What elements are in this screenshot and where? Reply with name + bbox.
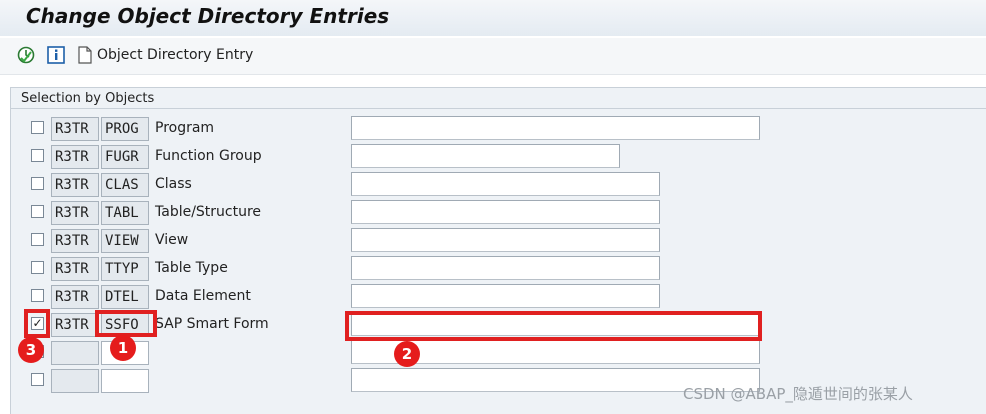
execute-clock-icon[interactable] xyxy=(17,46,35,64)
row-checkbox[interactable] xyxy=(31,373,44,386)
row-checkbox[interactable] xyxy=(31,233,44,246)
object-description: Program xyxy=(155,120,215,136)
annotation-marker-1: 1 xyxy=(110,335,136,361)
row-checkbox[interactable] xyxy=(31,149,44,162)
object-description: Table/Structure xyxy=(155,204,262,220)
page-title: Change Object Directory Entries xyxy=(26,4,390,28)
pgmid-field[interactable]: R3TR xyxy=(51,257,99,281)
object-type-field[interactable]: VIEW xyxy=(101,229,149,253)
object-description: Data Element xyxy=(155,288,251,304)
document-icon[interactable] xyxy=(77,46,95,64)
object-name-input[interactable] xyxy=(351,116,760,140)
application-toolbar: Object Directory Entry xyxy=(0,38,986,75)
object-row-dtel: R3TR DTEL Data Element xyxy=(11,284,986,310)
pgmid-field[interactable]: R3TR xyxy=(51,173,99,197)
object-type-field[interactable]: TABL xyxy=(101,201,149,225)
object-description: Function Group xyxy=(155,148,262,164)
pgmid-field[interactable]: R3TR xyxy=(51,117,99,141)
highlight-object-type-box xyxy=(95,310,157,337)
object-description: SAP Smart Form xyxy=(155,316,269,332)
object-name-input[interactable] xyxy=(351,144,620,168)
object-type-field[interactable]: FUGR xyxy=(101,145,149,169)
title-bar: Change Object Directory Entries xyxy=(0,0,986,36)
pgmid-field[interactable]: R3TR xyxy=(51,145,99,169)
object-row-empty xyxy=(11,340,986,366)
object-row-fugr: R3TR FUGR Function Group xyxy=(11,144,986,170)
watermark: CSDN @ABAP_隐遁世间的张某人 xyxy=(683,385,913,403)
group-divider xyxy=(11,108,986,109)
object-type-field[interactable]: TTYP xyxy=(101,257,149,281)
object-name-input[interactable] xyxy=(351,256,660,280)
object-name-input[interactable] xyxy=(351,228,660,252)
object-row-prog: R3TR PROG Program xyxy=(11,116,986,142)
row-checkbox[interactable] xyxy=(31,121,44,134)
object-directory-entry-button[interactable]: Object Directory Entry xyxy=(97,47,253,63)
highlight-checkbox-box xyxy=(24,309,50,338)
object-name-input[interactable] xyxy=(351,200,660,224)
object-description: Table Type xyxy=(155,260,228,276)
object-name-input[interactable] xyxy=(351,284,660,308)
object-type-field[interactable]: CLAS xyxy=(101,173,149,197)
highlight-name-field-box xyxy=(345,311,762,341)
row-checkbox[interactable] xyxy=(31,177,44,190)
pgmid-field[interactable]: R3TR xyxy=(51,313,99,337)
row-checkbox[interactable] xyxy=(31,289,44,302)
pgmid-field[interactable]: R3TR xyxy=(51,229,99,253)
object-type-field[interactable]: DTEL xyxy=(101,285,149,309)
pgmid-field[interactable] xyxy=(51,341,99,365)
pgmid-field[interactable] xyxy=(51,369,99,393)
info-icon[interactable] xyxy=(47,46,65,64)
row-checkbox[interactable] xyxy=(31,261,44,274)
annotation-marker-3: 3 xyxy=(18,337,44,363)
object-description: Class xyxy=(155,176,192,192)
object-row-clas: R3TR CLAS Class xyxy=(11,172,986,198)
selection-by-objects-group: Selection by Objects R3TR PROG Program R… xyxy=(10,87,986,414)
pgmid-field[interactable]: R3TR xyxy=(51,285,99,309)
pgmid-field[interactable]: R3TR xyxy=(51,201,99,225)
annotation-marker-2: 2 xyxy=(394,341,420,367)
object-name-input[interactable] xyxy=(351,172,660,196)
object-row-tabl: R3TR TABL Table/Structure xyxy=(11,200,986,226)
row-checkbox[interactable] xyxy=(31,205,44,218)
object-row-ttyp: R3TR TTYP Table Type xyxy=(11,256,986,282)
object-row-view: R3TR VIEW View xyxy=(11,228,986,254)
object-type-field[interactable]: PROG xyxy=(101,117,149,141)
group-title: Selection by Objects xyxy=(21,91,155,106)
object-description: View xyxy=(155,232,189,248)
object-type-field[interactable] xyxy=(101,369,149,393)
